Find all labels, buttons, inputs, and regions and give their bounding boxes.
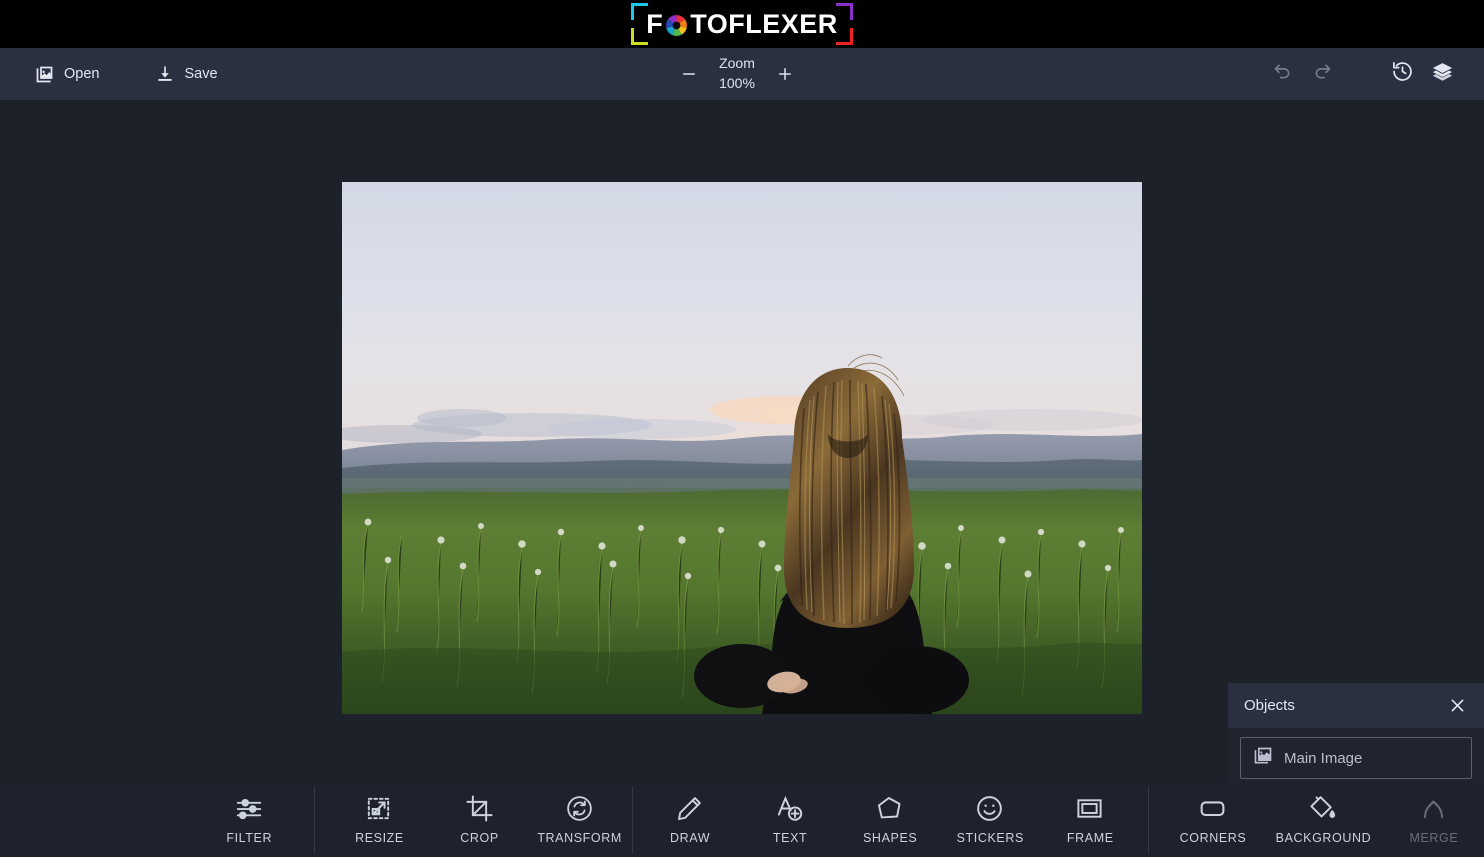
open-button[interactable]: Open xyxy=(28,48,105,100)
logo-text-part2: TOFLEXER xyxy=(690,9,838,40)
redo-icon xyxy=(1312,61,1333,87)
tool-crop[interactable]: CROP xyxy=(430,782,530,857)
toolbar-divider xyxy=(314,786,315,854)
objects-panel-title: Objects xyxy=(1244,697,1295,714)
tool-filter[interactable]: FILTER xyxy=(199,782,299,857)
logo: F xyxy=(631,2,853,46)
logo-bracket-top-left-icon xyxy=(631,3,648,20)
tool-frame-label: FRAME xyxy=(1067,831,1114,845)
zoom-out-button[interactable] xyxy=(672,48,706,100)
merge-arrow-icon xyxy=(1419,794,1449,824)
tool-transform-label: TRANSFORM xyxy=(537,831,622,845)
rounded-rect-icon xyxy=(1198,794,1228,824)
tool-stickers[interactable]: STICKERS xyxy=(940,782,1040,857)
close-icon[interactable] xyxy=(1444,693,1470,719)
photo-artwork xyxy=(342,182,1142,714)
logo-bracket-bottom-left-icon xyxy=(631,28,648,45)
tool-draw-label: DRAW xyxy=(670,831,710,845)
tool-background[interactable]: BACKGROUND xyxy=(1263,782,1384,857)
tool-text[interactable]: TEXT xyxy=(740,782,840,857)
tool-shapes[interactable]: SHAPES xyxy=(840,782,940,857)
history-clock-icon xyxy=(1391,60,1414,88)
tool-corners[interactable]: CORNERS xyxy=(1163,782,1263,857)
pencil-icon xyxy=(675,794,705,824)
zoom-value: 100% xyxy=(706,74,768,94)
tool-background-label: BACKGROUND xyxy=(1276,831,1372,845)
logo-text-part1: F xyxy=(646,9,663,40)
open-label: Open xyxy=(64,66,99,82)
tool-shapes-label: SHAPES xyxy=(863,831,917,845)
tool-text-label: TEXT xyxy=(773,831,807,845)
tool-corners-label: CORNERS xyxy=(1180,831,1247,845)
logo-bracket-top-right-icon xyxy=(836,3,853,20)
tool-merge-label: MERGE xyxy=(1409,831,1458,845)
list-item[interactable]: Main Image xyxy=(1240,737,1472,779)
resize-icon xyxy=(364,794,394,824)
frame-icon xyxy=(1075,794,1105,824)
crop-icon xyxy=(465,794,495,824)
logo-bar: F xyxy=(0,0,1484,48)
editor-canvas[interactable] xyxy=(0,100,1484,782)
tool-filter-label: FILTER xyxy=(226,831,272,845)
save-label: Save xyxy=(184,66,217,82)
objects-panel: Objects Main Image xyxy=(1228,683,1484,782)
aperture-icon xyxy=(664,13,689,38)
paint-bucket-icon xyxy=(1308,794,1338,824)
zoom-readout: Zoom 100% xyxy=(706,54,768,94)
zoom-in-button[interactable] xyxy=(768,48,802,100)
smiley-icon xyxy=(975,794,1005,824)
text-add-icon xyxy=(775,794,805,824)
history-button[interactable] xyxy=(1382,48,1422,100)
layers-button[interactable] xyxy=(1422,48,1462,100)
fotoflexer-app: F xyxy=(0,0,1484,857)
top-toolbar: Open Save Zoom 100% xyxy=(0,48,1484,100)
tool-resize[interactable]: RESIZE xyxy=(329,782,429,857)
main-image[interactable] xyxy=(342,182,1142,714)
download-save-icon xyxy=(155,64,175,84)
redo-button[interactable] xyxy=(1302,48,1342,100)
undo-icon xyxy=(1272,61,1293,87)
bottom-toolbar: FILTER RESIZE C xyxy=(0,782,1484,857)
objects-panel-header: Objects xyxy=(1228,683,1484,728)
sliders-icon xyxy=(234,794,264,824)
toolbar-divider xyxy=(632,786,633,854)
list-item-label: Main Image xyxy=(1284,750,1362,767)
tool-stickers-label: STICKERS xyxy=(957,831,1024,845)
image-open-icon xyxy=(34,64,55,85)
zoom-control: Zoom 100% xyxy=(672,48,802,100)
tool-draw[interactable]: DRAW xyxy=(640,782,740,857)
save-button[interactable]: Save xyxy=(149,48,223,100)
tool-merge: MERGE xyxy=(1384,782,1484,857)
top-toolbar-right-group xyxy=(1262,48,1484,100)
tool-resize-label: RESIZE xyxy=(355,831,404,845)
tool-transform[interactable]: TRANSFORM xyxy=(530,782,630,857)
image-layer-icon xyxy=(1253,746,1273,771)
polygon-icon xyxy=(875,794,905,824)
zoom-title: Zoom xyxy=(706,54,768,74)
toolbar-divider xyxy=(1148,786,1149,854)
transform-icon xyxy=(565,794,595,824)
tool-frame[interactable]: FRAME xyxy=(1040,782,1140,857)
logo-bracket-bottom-right-icon xyxy=(836,28,853,45)
undo-button[interactable] xyxy=(1262,48,1302,100)
objects-panel-body: Main Image xyxy=(1228,728,1484,779)
layers-icon xyxy=(1431,60,1454,88)
logo-text: F xyxy=(646,9,838,40)
tool-crop-label: CROP xyxy=(460,831,499,845)
